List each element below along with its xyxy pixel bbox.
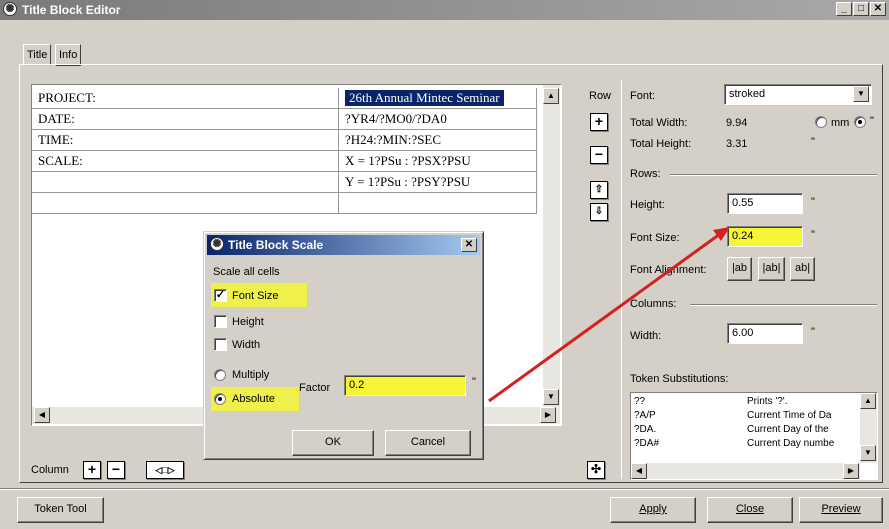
arrow-shaft [488, 232, 721, 403]
annotation-arrow [488, 227, 730, 403]
